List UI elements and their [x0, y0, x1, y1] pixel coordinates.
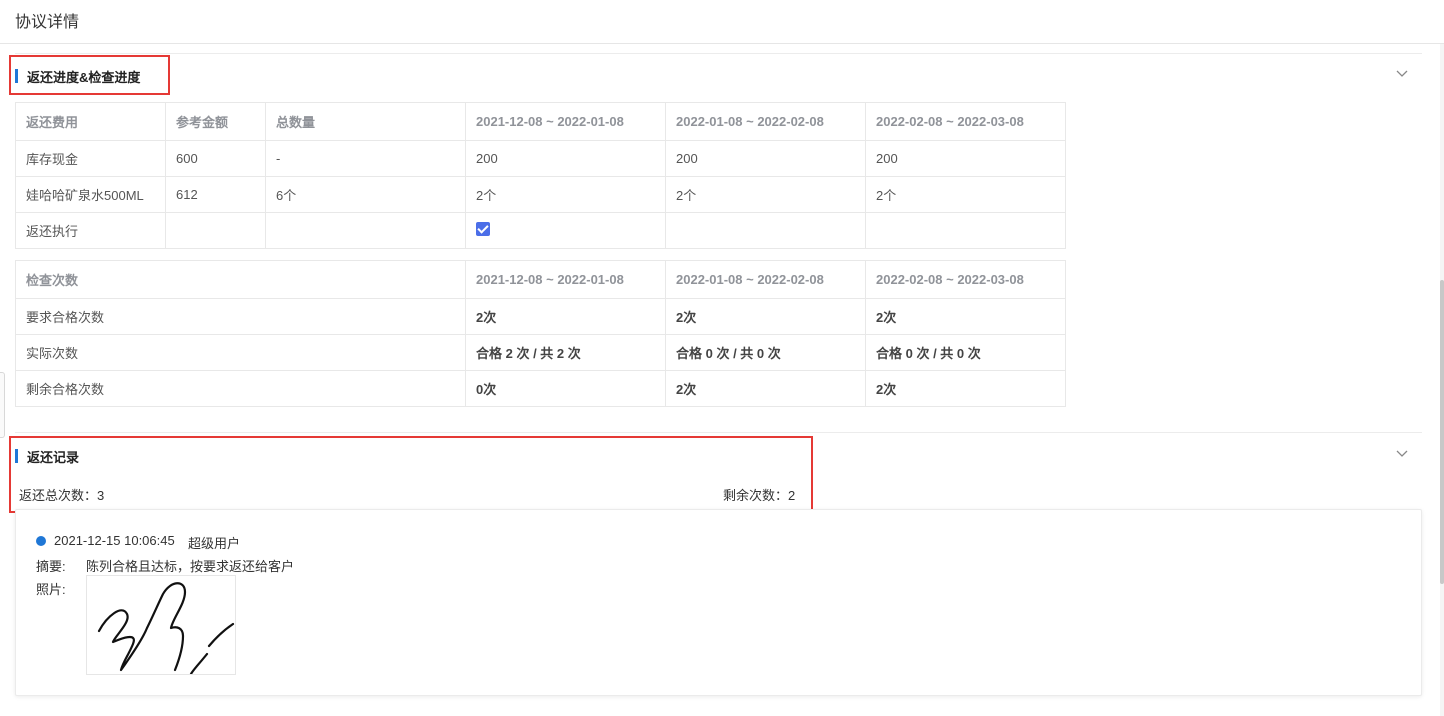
check-progress-table: 检查次数 2021-12-08 ~ 2022-01-08 2022-01-08 …: [15, 260, 1066, 407]
table-header-row: 返还费用 参考金额 总数量 2021-12-08 ~ 2022-01-08 20…: [15, 102, 1066, 141]
table-row: 剩余合格次数 0次 2次 2次: [15, 370, 1066, 407]
table-cell: 200: [865, 140, 1066, 177]
page-title: 协议详情: [15, 14, 80, 31]
table-cell: 库存现金: [15, 140, 166, 177]
table-cell: [265, 212, 466, 249]
table-cell: 612: [165, 176, 266, 213]
table-cell: 2个: [665, 176, 866, 213]
progress-section-title: 返还进度&检查进度: [27, 70, 141, 85]
table-cell: 合格 0 次 / 共 0 次: [665, 334, 866, 371]
return-total-count: 返还总次数：3: [19, 488, 105, 503]
table-cell: 2个: [865, 176, 1066, 213]
table-cell: 剩余合格次数: [15, 370, 466, 407]
table-row: 娃哈哈矿泉水500ML 612 6个 2个 2个 2个: [15, 176, 1066, 213]
table-cell: 600: [165, 140, 266, 177]
section-divider: [15, 432, 1422, 433]
record-summary: 陈列合格且达标，按要求返还给客户: [86, 559, 295, 574]
column-header: 2022-02-08 ~ 2022-03-08: [865, 102, 1066, 141]
table-cell: 合格 2 次 / 共 2 次: [465, 334, 666, 371]
column-header: 2022-02-08 ~ 2022-03-08: [865, 260, 1066, 299]
remaining-count: 剩余次数：2: [723, 488, 796, 503]
return-progress-table: 返还费用 参考金额 总数量 2021-12-08 ~ 2022-01-08 20…: [15, 102, 1066, 249]
section-accent-bar: [15, 69, 18, 83]
table-row: 返还执行: [15, 212, 1066, 249]
summary-label: 摘要:: [36, 559, 66, 574]
table-cell: 2次: [865, 370, 1066, 407]
column-header: 检查次数: [15, 260, 466, 299]
table-cell: 0次: [465, 370, 666, 407]
page-header: 协议详情: [0, 0, 1444, 44]
records-section-header[interactable]: 返还记录: [15, 441, 1420, 477]
chevron-down-icon[interactable]: [1394, 445, 1410, 461]
chevron-down-icon[interactable]: [1394, 65, 1410, 81]
table-cell: [865, 212, 1066, 249]
column-header: 2021-12-08 ~ 2022-01-08: [465, 260, 666, 299]
table-cell: 200: [465, 140, 666, 177]
column-header: 2021-12-08 ~ 2022-01-08: [465, 102, 666, 141]
record-datetime: 2021-12-15 10:06:45: [54, 533, 175, 548]
column-header: 总数量: [265, 102, 466, 141]
table-row: 实际次数 合格 2 次 / 共 2 次 合格 0 次 / 共 0 次 合格 0 …: [15, 334, 1066, 371]
record-photo[interactable]: [86, 575, 236, 676]
return-executed-checkbox[interactable]: [476, 221, 490, 236]
table-cell: 娃哈哈矿泉水500ML: [15, 176, 166, 213]
scrollbar-thumb[interactable]: [1440, 280, 1444, 584]
table-cell: 要求合格次数: [15, 298, 466, 335]
table-row: 库存现金 600 - 200 200 200: [15, 140, 1066, 177]
column-header: 参考金额: [165, 102, 266, 141]
table-cell: [665, 212, 866, 249]
record-user: 超级用户: [188, 536, 241, 551]
table-cell: 返还执行: [15, 212, 166, 249]
photo-label: 照片:: [36, 582, 66, 597]
table-cell: 2次: [665, 370, 866, 407]
timeline-dot: [36, 536, 46, 546]
column-header: 返还费用: [15, 102, 166, 141]
section-accent-bar: [15, 449, 18, 463]
table-cell: 6个: [265, 176, 466, 213]
table-cell: 2次: [465, 298, 666, 335]
table-cell: 200: [665, 140, 866, 177]
side-panel-handle[interactable]: [0, 372, 5, 438]
table-cell: 2个: [465, 176, 666, 213]
column-header: 2022-01-08 ~ 2022-02-08: [665, 102, 866, 141]
table-cell: 实际次数: [15, 334, 466, 371]
table-cell: 2次: [665, 298, 866, 335]
table-header-row: 检查次数 2021-12-08 ~ 2022-01-08 2022-01-08 …: [15, 260, 1066, 299]
table-cell: [165, 212, 266, 249]
table-cell: -: [265, 140, 466, 177]
table-row: 要求合格次数 2次 2次 2次: [15, 298, 1066, 335]
return-record-card: 2021-12-15 10:06:45 超级用户 摘要: 陈列合格且达标，按要求…: [15, 509, 1422, 696]
table-cell: [465, 212, 666, 249]
signature-image: [97, 582, 235, 676]
table-cell: 合格 0 次 / 共 0 次: [865, 334, 1066, 371]
table-cell: 2次: [865, 298, 1066, 335]
column-header: 2022-01-08 ~ 2022-02-08: [665, 260, 866, 299]
section-divider: [15, 53, 1422, 54]
progress-section-header[interactable]: 返还进度&检查进度: [15, 61, 1420, 97]
records-section-title: 返还记录: [27, 450, 80, 465]
